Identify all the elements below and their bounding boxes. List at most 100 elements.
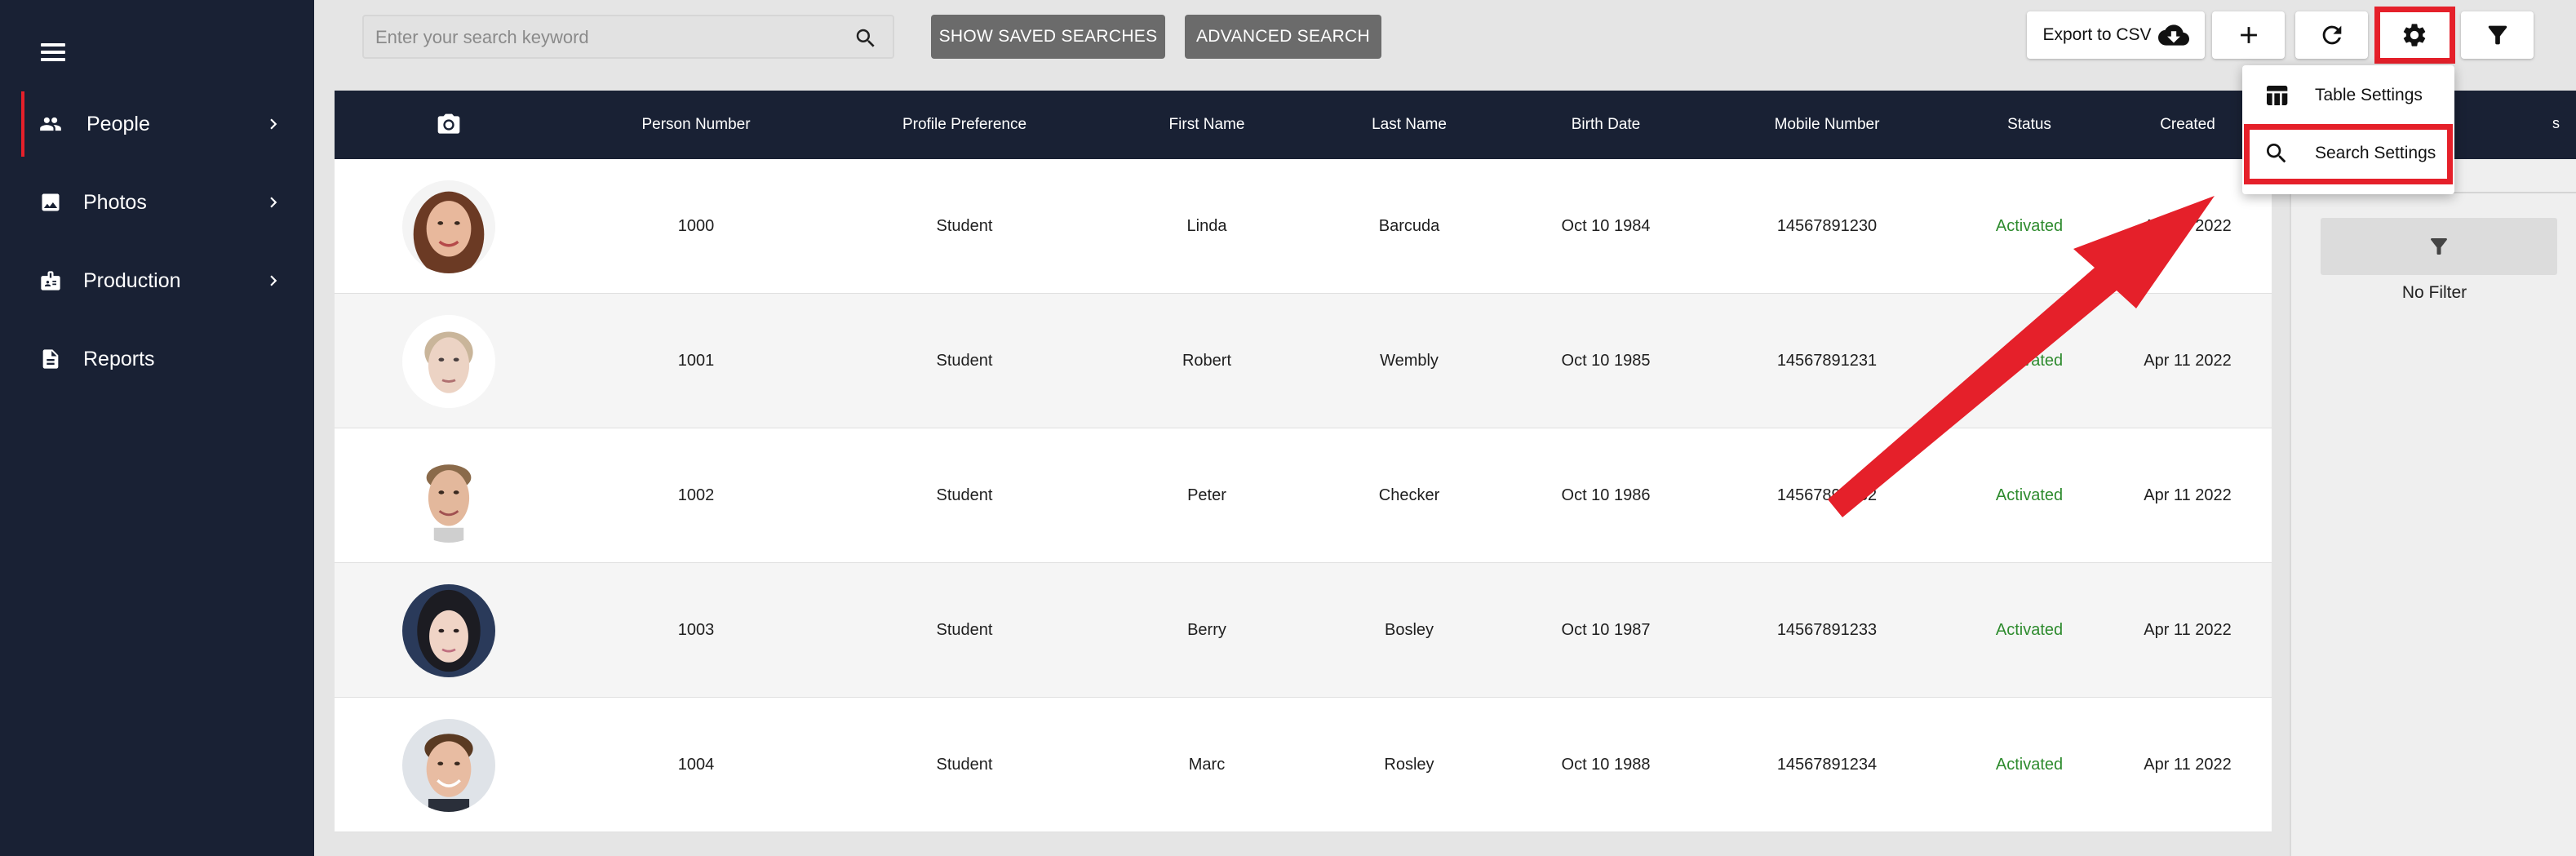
advanced-search-button[interactable]: ADVANCED SEARCH [1185,15,1381,59]
column-header-mobile-number[interactable]: Mobile Number [1721,91,1933,159]
cell-profile-preference: Student [936,352,993,370]
search-icon[interactable] [853,26,878,51]
cell-mobile-number: 14567891230 [1776,217,1878,235]
cell-status: Activated [1995,352,2064,370]
avatar-cell [347,159,551,294]
sidebar: People Photos Production Reports [0,0,314,856]
people-icon [39,113,62,135]
cell-last-name: Barcuda [1378,217,1440,235]
avatar-cell [347,294,551,428]
table-header: Person Number Profile Preference First N… [335,91,2272,159]
cell-first-name: Linda [1186,217,1227,235]
column-header-status[interactable]: Status [1948,91,2111,159]
avatar-cell [347,428,551,563]
cell-status: Activated [1995,486,2064,504]
cell-birth-date: Oct 10 1985 [1561,352,1651,370]
filter-icon [2484,21,2512,49]
cell-mobile-number: 14567891233 [1776,621,1878,639]
avatar [402,718,495,812]
gear-icon [2401,21,2428,49]
badge-icon [39,269,62,292]
column-header-person-number[interactable]: Person Number [594,91,798,159]
cell-last-name: Bosley [1384,621,1434,639]
chevron-right-icon [263,192,284,213]
cell-status: Activated [1995,756,2064,774]
cell-created: Apr 11 2022 [2144,756,2232,774]
cell-last-name: Checker [1378,486,1440,504]
cell-first-name: Robert [1182,352,1232,370]
sidebar-item-label: People [86,112,150,135]
cell-created: Apr 11 2022 [2144,486,2232,504]
table-row[interactable]: 1001 Student Robert Wembly Oct 10 1985 1… [335,294,2272,428]
sidebar-item-label: Reports [83,347,155,370]
cell-mobile-number: 14567891232 [1776,486,1878,504]
menu-item-search-settings[interactable]: Search Settings [2242,127,2454,180]
sidebar-item-people[interactable]: People [0,91,314,157]
cell-created: Apr 11 2022 [2144,621,2232,639]
cell-person-number: 1002 [677,486,715,504]
cell-last-name: Wembly [1380,352,1439,370]
add-button[interactable] [2212,11,2285,59]
chevron-right-icon [263,270,284,291]
table-row[interactable]: 1000 Student Linda Barcuda Oct 10 1984 1… [335,159,2272,294]
cell-status: Activated [1995,217,2064,235]
menu-item-label: Search Settings [2315,144,2436,162]
cell-first-name: Berry [1187,621,1226,639]
plus-icon [2235,21,2263,49]
no-filter-text: No Filter [2401,283,2467,302]
cell-birth-date: Oct 10 1987 [1561,621,1651,639]
export-csv-button[interactable]: Export to CSV [2027,11,2205,59]
menu-item-table-settings[interactable]: Table Settings [2242,69,2454,122]
cell-status: Activated [1995,621,2064,639]
table-row[interactable]: 1004 Student Marc Rosley Oct 10 1988 145… [335,698,2272,832]
avatar [402,583,495,677]
filter-icon [2427,234,2451,259]
cell-last-name: Rosley [1384,756,1434,774]
table-row[interactable]: 1002 Student Peter Checker Oct 10 1986 1… [335,428,2272,563]
filter-panel: s No Filter [2290,91,2576,856]
sidebar-item-label: Photos [83,190,147,214]
people-table: Person Number Profile Preference First N… [335,91,2272,832]
cloud-download-icon [2152,20,2189,51]
cell-profile-preference: Student [936,621,993,639]
cell-created: Apr 11 2022 [2144,352,2232,370]
camera-icon [347,91,551,159]
cell-person-number: 1004 [677,756,715,774]
cell-profile-preference: Student [936,756,993,774]
sidebar-item-production[interactable]: Production [0,248,314,313]
export-label: Export to CSV [2042,25,2152,44]
refresh-button[interactable] [2295,11,2368,59]
table-row[interactable]: 1003 Student Berry Bosley Oct 10 1987 14… [335,563,2272,698]
sidebar-item-reports[interactable]: Reports [0,326,314,392]
column-header-last-name[interactable]: Last Name [1307,91,1511,159]
menu-toggle-icon[interactable] [41,43,65,61]
avatar-cell [347,698,551,832]
search-box [362,15,894,59]
cell-birth-date: Oct 10 1988 [1561,756,1651,774]
filter-panel-header-text: s [2552,115,2560,131]
avatar [402,449,495,543]
photo-icon [39,191,62,214]
cell-person-number: 1003 [677,621,715,639]
column-header-birth-date[interactable]: Birth Date [1504,91,1708,159]
cell-birth-date: Oct 10 1984 [1561,217,1651,235]
settings-button[interactable] [2378,11,2450,59]
search-input[interactable] [375,24,832,51]
document-icon [39,348,62,370]
cell-first-name: Peter [1187,486,1226,504]
show-saved-searches-button[interactable]: SHOW SAVED SEARCHES [931,15,1165,59]
table-icon [2267,86,2288,105]
add-filter-button[interactable] [2321,218,2557,275]
cell-profile-preference: Student [936,217,993,235]
cell-person-number: 1001 [677,352,715,370]
cell-birth-date: Oct 10 1986 [1561,486,1651,504]
avatar [402,180,495,273]
filter-button[interactable] [2461,11,2534,59]
column-header-first-name[interactable]: First Name [1105,91,1309,159]
search-icon [2267,144,2286,163]
column-header-profile-preference[interactable]: Profile Preference [842,91,1087,159]
sidebar-item-label: Production [83,268,181,292]
cell-mobile-number: 14567891234 [1776,756,1878,774]
menu-item-label: Table Settings [2315,86,2423,104]
sidebar-item-photos[interactable]: Photos [0,170,314,235]
